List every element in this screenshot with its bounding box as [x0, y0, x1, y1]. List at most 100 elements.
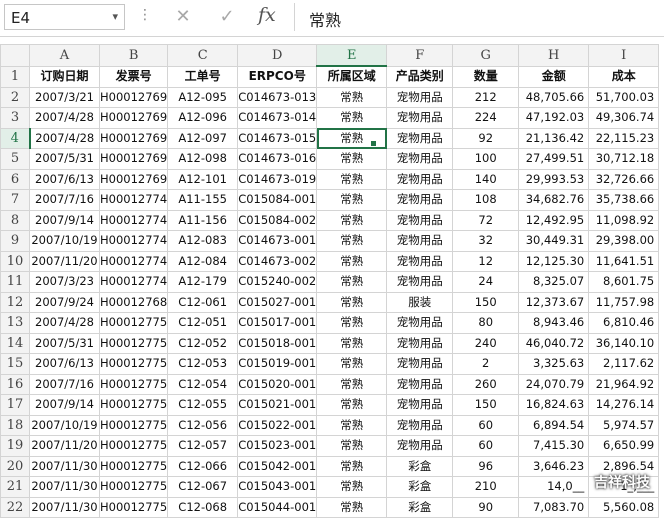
cell[interactable]: 宠物用品: [386, 127, 454, 149]
cell[interactable]: 80: [452, 312, 520, 334]
cell[interactable]: A12-097: [167, 127, 239, 149]
cell[interactable]: C015027-001: [237, 291, 318, 313]
column-header-i[interactable]: I: [588, 44, 660, 67]
cell[interactable]: 宠物用品: [386, 373, 454, 395]
cell[interactable]: 11,757.98: [588, 291, 660, 313]
cell[interactable]: C015019-001: [237, 353, 318, 375]
cell[interactable]: 2007/4/28: [29, 312, 100, 334]
cell[interactable]: C015042-001: [237, 455, 318, 477]
column-title-cell[interactable]: ERPCO号: [237, 65, 318, 88]
chevron-down-icon[interactable]: ▾: [112, 10, 118, 23]
fill-handle[interactable]: [370, 140, 377, 147]
cell[interactable]: C12-061: [167, 291, 239, 313]
cell[interactable]: C015084-001: [237, 189, 318, 211]
cell[interactable]: 2: [452, 353, 520, 375]
cell[interactable]: 2007/10/19: [29, 414, 100, 436]
cell[interactable]: 宠物用品: [386, 414, 454, 436]
cell[interactable]: 12,373.67: [518, 291, 590, 313]
cell[interactable]: 2007/5/31: [29, 148, 100, 170]
cell[interactable]: 21,136.42: [518, 127, 590, 149]
cell[interactable]: H00012769: [98, 86, 169, 108]
row-header[interactable]: 14: [0, 332, 30, 354]
row-header[interactable]: 11: [0, 271, 30, 293]
column-header-h[interactable]: H: [518, 44, 590, 67]
cell[interactable]: 彩盒: [386, 496, 454, 518]
column-header-e[interactable]: E: [316, 44, 388, 67]
cell[interactable]: 2007/5/31: [29, 332, 100, 354]
cell[interactable]: 宠物用品: [386, 394, 454, 416]
cell[interactable]: 2007/11/30: [29, 496, 100, 518]
cell[interactable]: A12-095: [167, 86, 239, 108]
column-title-cell[interactable]: 发票号: [98, 65, 169, 88]
cell[interactable]: C015021-001: [237, 394, 318, 416]
cell[interactable]: 32: [452, 230, 520, 252]
cell[interactable]: 常熟: [316, 312, 388, 334]
cell[interactable]: C014673-002: [237, 250, 318, 272]
row-header[interactable]: 22: [0, 496, 30, 518]
cell[interactable]: 260: [452, 373, 520, 395]
cell[interactable]: H00012774: [98, 189, 169, 211]
cell[interactable]: C12-066: [167, 455, 239, 477]
column-header-f[interactable]: F: [386, 44, 454, 67]
cell[interactable]: 宠物用品: [386, 189, 454, 211]
row-header[interactable]: 3: [0, 107, 30, 129]
more-options-icon[interactable]: ⋮: [138, 7, 152, 23]
cell[interactable]: A12-083: [167, 230, 239, 252]
cell[interactable]: 宠物用品: [386, 435, 454, 457]
cell[interactable]: 常熟: [316, 291, 388, 313]
column-title-cell[interactable]: 金额: [518, 65, 590, 88]
cell[interactable]: C015020-001: [237, 373, 318, 395]
cell[interactable]: 6,894.54: [518, 414, 590, 436]
row-header[interactable]: 8: [0, 209, 30, 231]
cell[interactable]: 47,192.03: [518, 107, 590, 129]
cell[interactable]: 常熟: [316, 435, 388, 457]
cell[interactable]: H00012774: [98, 271, 169, 293]
column-title-cell[interactable]: 所属区域: [316, 65, 388, 88]
cell[interactable]: 宠物用品: [386, 148, 454, 170]
cell[interactable]: 彩盒: [386, 476, 454, 498]
cell[interactable]: 3,325.63: [518, 353, 590, 375]
cell[interactable]: H00012774: [98, 250, 169, 272]
cell[interactable]: C015017-001: [237, 312, 318, 334]
cell[interactable]: 常熟: [316, 414, 388, 436]
cell[interactable]: C12-053: [167, 353, 239, 375]
cell[interactable]: C12-054: [167, 373, 239, 395]
cell[interactable]: 2007/4/28: [29, 107, 100, 129]
cell[interactable]: C014673-015: [237, 127, 318, 149]
cell[interactable]: C12-068: [167, 496, 239, 518]
enter-icon[interactable]: ✓: [214, 4, 240, 30]
cell[interactable]: 46,040.72: [518, 332, 590, 354]
column-header-g[interactable]: G: [452, 44, 520, 67]
cell[interactable]: 6,810.46: [588, 312, 660, 334]
cell[interactable]: 宠物用品: [386, 168, 454, 190]
cell[interactable]: 5,974.57: [588, 414, 660, 436]
row-header[interactable]: 16: [0, 373, 30, 395]
select-all-corner[interactable]: [0, 44, 30, 67]
cell[interactable]: 彩盒: [386, 455, 454, 477]
cell[interactable]: 2007/3/21: [29, 86, 100, 108]
cell[interactable]: C014673-001: [237, 230, 318, 252]
cell[interactable]: 2007/9/14: [29, 394, 100, 416]
cell[interactable]: 16,824.63: [518, 394, 590, 416]
cell[interactable]: 8,325.07: [518, 271, 590, 293]
cell[interactable]: 7,415.30: [518, 435, 590, 457]
row-header[interactable]: 21: [0, 476, 30, 498]
column-title-cell[interactable]: 订购日期: [29, 65, 100, 88]
cell[interactable]: 12,125.30: [518, 250, 590, 272]
cell[interactable]: 224: [452, 107, 520, 129]
cell[interactable]: A12-096: [167, 107, 239, 129]
cell[interactable]: 12,492.95: [518, 209, 590, 231]
cell[interactable]: 6,650.99: [588, 435, 660, 457]
cell[interactable]: 宠物用品: [386, 271, 454, 293]
row-header[interactable]: 7: [0, 189, 30, 211]
cell[interactable]: 常熟: [316, 271, 388, 293]
cell[interactable]: A12-084: [167, 250, 239, 272]
cell[interactable]: 48,705.66: [518, 86, 590, 108]
cell[interactable]: 常熟: [316, 86, 388, 108]
cell[interactable]: 常熟: [316, 168, 388, 190]
cell[interactable]: 宠物用品: [386, 332, 454, 354]
cell[interactable]: 2007/9/24: [29, 291, 100, 313]
insert-function-icon[interactable]: fx: [258, 4, 276, 26]
cell[interactable]: C015018-001: [237, 332, 318, 354]
cell[interactable]: 11,641.51: [588, 250, 660, 272]
